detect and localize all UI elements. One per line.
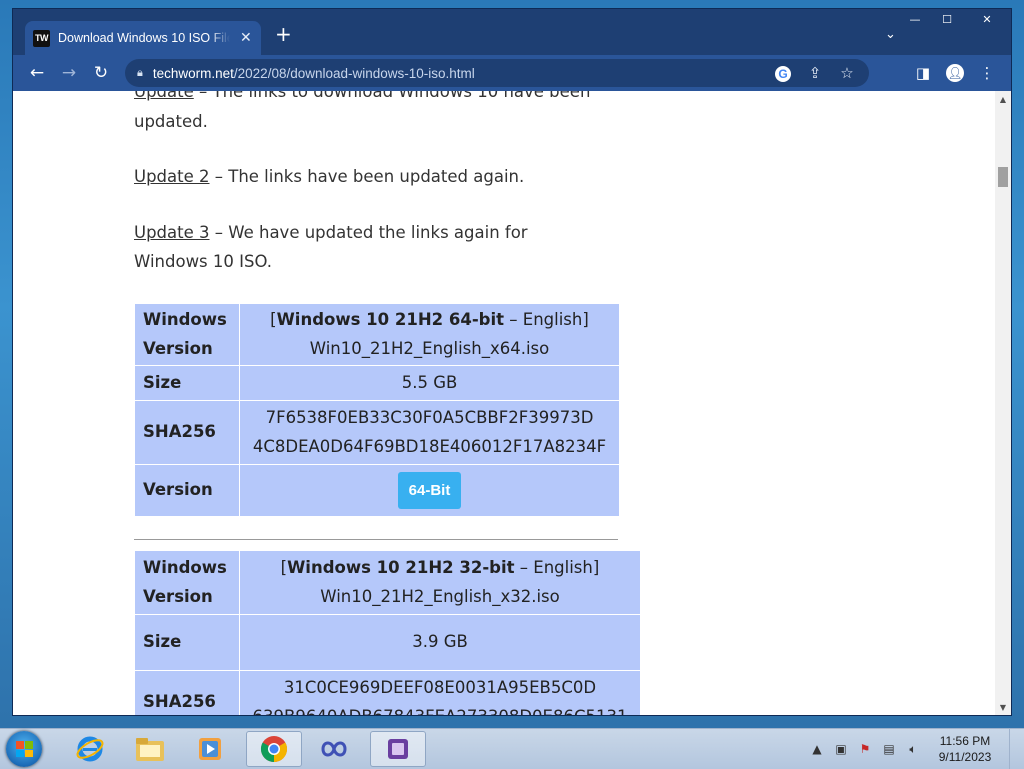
volume-muted-icon[interactable]: 🔈︎ (901, 742, 925, 757)
page-viewport: Update – The links to download Windows 1… (13, 91, 995, 715)
download-cell: 64-Bit (239, 463, 620, 517)
chrome-window: TW Download Windows 10 ISO File ( ✕ + ⌄ … (12, 8, 1012, 716)
start-button[interactable] (6, 731, 42, 767)
size-label: Size (134, 364, 240, 401)
size-value: 5.5 GB (239, 364, 620, 401)
url-host: techworm.net (152, 65, 234, 81)
lock-icon[interactable]: 🔒︎ (137, 66, 143, 80)
sha256-value: 7F6538F0EB33C30F0A5CBBF2F39973D 4C8DEA0D6… (239, 399, 620, 465)
share-icon[interactable]: ⇪ (799, 64, 831, 82)
new-tab-button[interactable]: + (275, 24, 292, 44)
version-label: Windows Version (134, 549, 240, 615)
version-value: [Windows 10 21H2 32-bit – English] Win10_… (239, 549, 641, 615)
techworm-favicon-icon: TW (33, 29, 50, 47)
scrollbar-thumb[interactable] (998, 167, 1008, 187)
forward-arrow-icon[interactable]: → (53, 58, 85, 88)
tab-search-chevron-icon[interactable]: ⌄ (885, 27, 896, 42)
update-2-paragraph: Update 2 – The links have been updated a… (134, 162, 634, 192)
internet-explorer-taskbar-icon[interactable] (62, 731, 118, 767)
system-clock[interactable]: 11:56 PM 9/11/2023 (925, 733, 1005, 765)
tab-download-windows-10[interactable]: TW Download Windows 10 ISO File ( ✕ (25, 21, 261, 55)
show-desktop-button[interactable] (1009, 729, 1024, 769)
kebab-menu-icon[interactable]: ⋮ (971, 58, 1003, 88)
infinity-app-taskbar-icon[interactable] (306, 731, 362, 767)
tab-title: Download Windows 10 ISO File ( (58, 31, 230, 45)
scroll-down-arrow-icon[interactable]: ▼ (995, 699, 1011, 715)
download-version-label: Version (134, 463, 240, 517)
clock-time: 11:56 PM (939, 734, 991, 748)
version-name: Windows 10 21H2 32-bit (287, 557, 515, 577)
iso-filename: Win10_21H2_English_x32.iso (320, 587, 560, 606)
show-hidden-icons-arrow-icon[interactable]: ▲ (805, 742, 829, 756)
back-arrow-icon[interactable]: ← (21, 58, 53, 88)
article-body: Update – The links to download Windows 1… (134, 91, 641, 715)
clock-date: 9/11/2023 (938, 750, 992, 764)
size-value: 3.9 GB (239, 613, 641, 671)
tab-close-icon[interactable]: ✕ (240, 30, 252, 46)
iso-table-32bit: Windows Version [Windows 10 21H2 32-bit –… (134, 549, 641, 715)
taskbar: ▲ ▣ ⚑ ▤ 🔈︎ 11:56 PM 9/11/2023 (0, 728, 1024, 769)
update-paragraph: Update – The links to download Windows 1… (134, 91, 634, 136)
download-64bit-button[interactable]: 64-Bit (397, 471, 462, 509)
network-icon[interactable]: ▤ (877, 742, 901, 756)
update-3-paragraph: Update 3 – We have updated the links aga… (134, 218, 554, 277)
sha256-label: SHA256 (134, 399, 240, 465)
system-tray: ▲ ▣ ⚑ ▤ 🔈︎ 11:56 PM 9/11/2023 (805, 729, 1024, 769)
version-name: Windows 10 21H2 64-bit (276, 309, 505, 329)
url-text[interactable]: techworm.net/2022/08/download-windows-10… (153, 66, 475, 81)
google-lens-icon[interactable]: G (767, 64, 799, 82)
update-2-link[interactable]: Update 2 (134, 167, 210, 186)
browser-toolbar: ← → ↻ 🔒︎ techworm.net/2022/08/download-w… (13, 55, 1011, 91)
omnibox-actions: G ⇪ ☆ (767, 59, 863, 87)
iso-filename: Win10_21H2_English_x64.iso (309, 339, 550, 358)
url-path: /2022/08/download-windows-10-iso.html (233, 65, 475, 81)
address-bar[interactable]: 🔒︎ techworm.net/2022/08/download-windows… (125, 59, 869, 87)
table-divider (134, 538, 618, 540)
reload-icon[interactable]: ↻ (85, 58, 117, 88)
tab-strip: TW Download Windows 10 ISO File ( ✕ + ⌄ … (13, 9, 1011, 55)
update-text: – The links to download Windows 10 have … (134, 91, 591, 131)
iso-table-64bit: Windows Version [Windows 10 21H2 64-bit –… (134, 302, 620, 517)
update-3-link[interactable]: Update 3 (134, 223, 210, 242)
version-value: [Windows 10 21H2 64-bit – English] Win10_… (239, 302, 620, 366)
close-window-button[interactable]: ✕ (963, 9, 1011, 29)
sha256-value: 31C0CE969DEEF08E0031A95EB5C0D639B9640ADB… (239, 669, 641, 715)
app-window-taskbar-icon[interactable] (370, 731, 426, 767)
window-controls: — ☐ ✕ (899, 9, 1011, 29)
version-label: Windows Version (134, 302, 240, 366)
storage-device-icon[interactable]: ▣ (829, 742, 853, 756)
windows-logo-icon (16, 741, 33, 757)
scroll-up-arrow-icon[interactable]: ▲ (995, 91, 1011, 107)
update-2-text: – The links have been updated again. (209, 167, 525, 186)
bookmark-star-icon[interactable]: ☆ (831, 64, 863, 82)
update-link[interactable]: Update (134, 91, 194, 101)
profile-avatar-icon[interactable]: 👤︎ (939, 58, 971, 88)
side-panel-icon[interactable]: ◨ (907, 58, 939, 88)
media-player-taskbar-icon[interactable] (182, 731, 238, 767)
minimize-button[interactable]: — (899, 9, 931, 29)
action-center-icon[interactable]: ⚑ (853, 742, 877, 756)
sha256-label: SHA256 (134, 669, 240, 715)
toolbar-right-icons: ◨ 👤︎ ⋮ (907, 58, 1003, 88)
size-label: Size (134, 613, 240, 671)
vertical-scrollbar[interactable]: ▲ ▼ (995, 91, 1011, 715)
chrome-taskbar-icon[interactable] (246, 731, 302, 767)
file-explorer-taskbar-icon[interactable] (122, 731, 178, 767)
maximize-button[interactable]: ☐ (931, 9, 963, 29)
